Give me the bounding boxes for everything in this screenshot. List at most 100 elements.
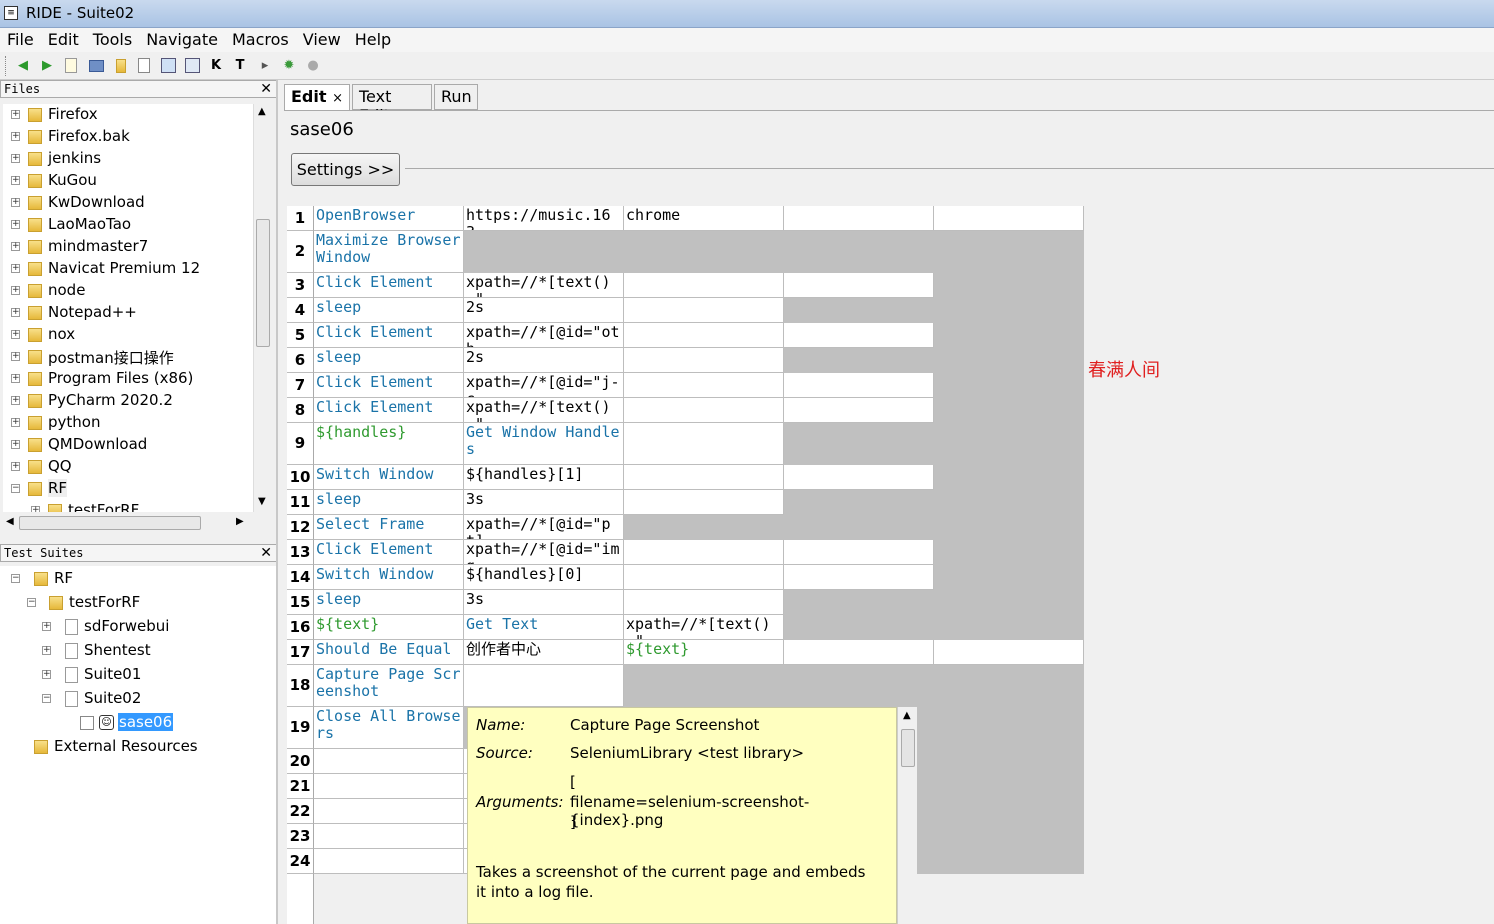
grid-cell[interactable]	[934, 298, 1084, 323]
tree-item-qmdownload[interactable]: + QMDownload	[3, 434, 253, 456]
expand-icon[interactable]: +	[31, 506, 40, 512]
open-folder-icon[interactable]	[87, 57, 105, 75]
grid-cell[interactable]	[784, 273, 934, 298]
grid-cell[interactable]	[624, 373, 784, 398]
tree-item-qq[interactable]: + QQ	[3, 456, 253, 478]
grid-cell[interactable]: https://music.163.	[464, 206, 624, 231]
collapse-icon[interactable]: −	[11, 484, 20, 493]
row-number[interactable]: 12	[287, 515, 314, 540]
grid-cell[interactable]	[784, 373, 934, 398]
menu-view[interactable]: View	[296, 28, 348, 51]
grid-cell[interactable]: Maximize Browser Window	[314, 231, 464, 273]
test-search-icon[interactable]: T	[231, 57, 249, 75]
row-number[interactable]: 14	[287, 565, 314, 590]
grid-cell[interactable]	[934, 398, 1084, 423]
grid-cell[interactable]	[624, 490, 784, 515]
tree-item-navicat[interactable]: + Navicat Premium 12	[3, 258, 253, 280]
grid-cell[interactable]	[934, 565, 1084, 590]
grid-cell[interactable]	[624, 298, 784, 323]
grid-cell[interactable]: Capture Page Screenshot	[314, 665, 464, 707]
grid-cell[interactable]	[624, 515, 784, 540]
tooltip-scrollbar[interactable]: ▲	[897, 707, 917, 924]
expand-icon[interactable]: +	[11, 242, 20, 251]
menu-tools[interactable]: Tools	[86, 28, 139, 51]
files-horizontal-scrollbar[interactable]: ◀ ▶	[3, 514, 253, 532]
grid-cell[interactable]	[934, 707, 1084, 749]
suite-item-suite02[interactable]: − Suite02	[0, 688, 276, 710]
grid-cell[interactable]: ${handles}[1]	[464, 465, 624, 490]
tree-item-kwdownload[interactable]: + KwDownload	[3, 192, 253, 214]
grid-cell[interactable]: xpath=//*[text()="	[624, 615, 784, 640]
row-number[interactable]: 24	[287, 849, 314, 874]
back-arrow-icon[interactable]: ◀	[14, 57, 32, 75]
grid-cell[interactable]: OpenBrowser	[314, 206, 464, 231]
grid-cell[interactable]: Switch Window	[314, 465, 464, 490]
expand-icon[interactable]: +	[11, 132, 20, 141]
row-number[interactable]: 4	[287, 298, 314, 323]
tree-item-program-files[interactable]: + Program Files (x86)	[3, 368, 253, 390]
grid-cell[interactable]	[934, 490, 1084, 515]
row-number[interactable]: 2	[287, 231, 314, 273]
grid-cell[interactable]	[934, 774, 1084, 799]
tree-item-postman[interactable]: + postman接口操作	[3, 346, 253, 368]
grid-cell[interactable]	[784, 640, 934, 665]
grid-cell[interactable]	[784, 490, 934, 515]
scrollbar-thumb[interactable]	[256, 219, 270, 347]
expand-icon[interactable]: +	[42, 622, 51, 631]
grid-cell[interactable]: chrome	[624, 206, 784, 231]
new-file-icon[interactable]	[62, 57, 80, 75]
row-number[interactable]: 17	[287, 640, 314, 665]
row-number[interactable]: 23	[287, 824, 314, 849]
grid-cell[interactable]: ${text}	[314, 615, 464, 640]
grid-cell[interactable]	[624, 590, 784, 615]
expand-icon[interactable]: +	[11, 440, 20, 449]
grid-cell[interactable]	[624, 323, 784, 348]
grid-cell[interactable]	[624, 465, 784, 490]
scrollbar-thumb[interactable]	[901, 729, 915, 767]
menu-edit[interactable]: Edit	[41, 28, 86, 51]
grid-cell[interactable]	[314, 824, 464, 849]
case-checkbox[interactable]	[80, 716, 94, 730]
grid-cell[interactable]	[464, 231, 624, 273]
grid-cell[interactable]: xpath=//*[text()="	[464, 398, 624, 423]
suite-item-shentest[interactable]: + Shentest	[0, 640, 276, 662]
grid-cell[interactable]: 创作者中心	[464, 640, 624, 665]
grid-cell[interactable]: 3s	[464, 590, 624, 615]
expand-icon[interactable]: +	[11, 198, 20, 207]
menu-help[interactable]: Help	[348, 28, 398, 51]
expand-icon[interactable]: +	[11, 352, 20, 361]
row-number[interactable]: 5	[287, 323, 314, 348]
row-number[interactable]: 21	[287, 774, 314, 799]
row-number[interactable]: 9	[287, 423, 314, 465]
expand-icon[interactable]: +	[11, 286, 20, 295]
grid-cell[interactable]	[934, 423, 1084, 465]
grid-cell[interactable]: Should Be Equal	[314, 640, 464, 665]
save-icon[interactable]	[135, 57, 153, 75]
grid-cell[interactable]: Close All Browsers	[314, 707, 464, 749]
grid-cell[interactable]	[784, 323, 934, 348]
grid-cell[interactable]: xpath=//*[@id="oth	[464, 323, 624, 348]
row-number[interactable]: 7	[287, 373, 314, 398]
grid-cell[interactable]: xpath=//*[@id="pt]	[464, 515, 624, 540]
grid-cell[interactable]	[784, 348, 934, 373]
grid-cell[interactable]: ${text}	[624, 640, 784, 665]
row-number[interactable]: 16	[287, 615, 314, 640]
grid-cell[interactable]: ${handles}	[314, 423, 464, 465]
collapse-icon[interactable]: −	[27, 598, 36, 607]
grid-cell[interactable]: xpath=//*[@id="j-c	[464, 373, 624, 398]
grid-cell[interactable]: 2s	[464, 298, 624, 323]
grid-cell[interactable]	[784, 615, 934, 640]
grid-cell[interactable]	[934, 273, 1084, 298]
collapse-icon[interactable]: −	[11, 574, 20, 583]
grid-cell[interactable]: Click Element	[314, 373, 464, 398]
grid-cell[interactable]	[784, 565, 934, 590]
expand-icon[interactable]: +	[11, 154, 20, 163]
grid-cell[interactable]	[934, 799, 1084, 824]
grid-cell[interactable]	[314, 749, 464, 774]
menu-navigate[interactable]: Navigate	[139, 28, 225, 51]
expand-icon[interactable]: +	[42, 646, 51, 655]
scroll-up-icon[interactable]: ▲	[258, 106, 266, 117]
tree-item-firefox-bak[interactable]: + Firefox.bak	[3, 126, 253, 148]
tab-edit[interactable]: Edit ×	[284, 84, 350, 110]
tree-item-kugou[interactable]: + KuGou	[3, 170, 253, 192]
